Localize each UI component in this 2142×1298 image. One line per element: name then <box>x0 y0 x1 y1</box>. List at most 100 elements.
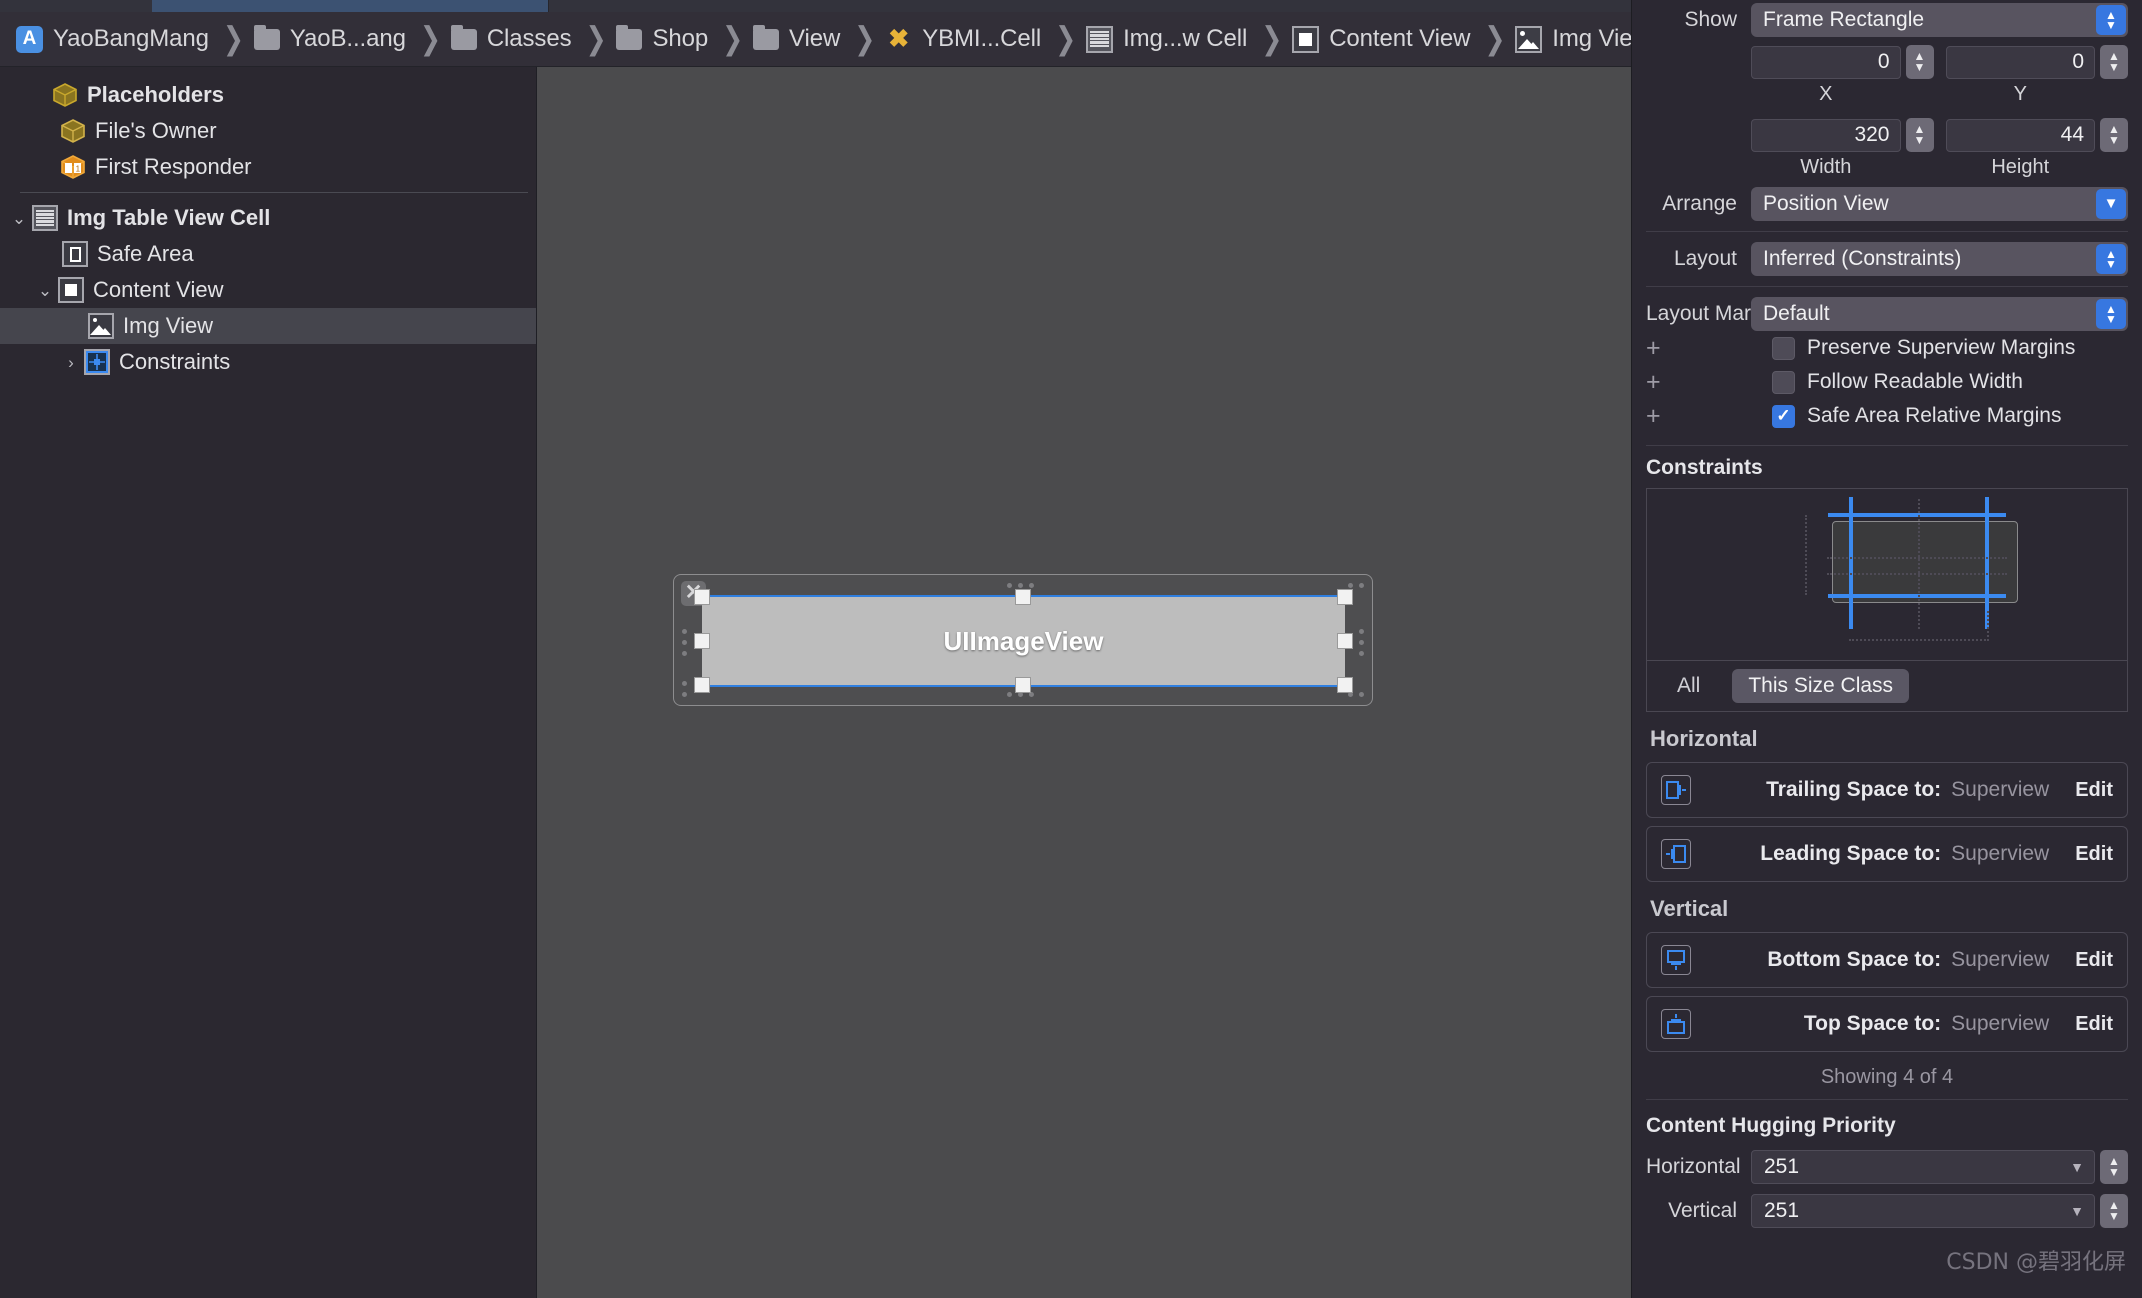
outline-row-safe-area[interactable]: Safe Area <box>0 236 536 272</box>
size-class-all-button[interactable]: All <box>1677 674 1700 698</box>
outline-row-img-table-view-cell[interactable]: ⌄ Img Table View Cell <box>0 200 536 236</box>
selection-handle-middle-left[interactable] <box>694 633 710 649</box>
selection-handle-bottom-right[interactable] <box>1337 677 1353 693</box>
files-owner-cube-icon <box>60 118 86 144</box>
tab-active[interactable] <box>152 0 548 12</box>
layout-margins-popup[interactable]: Default ▲ ▼ <box>1751 297 2128 331</box>
frame-x-stepper[interactable]: ▲ ▼ <box>1905 45 1934 79</box>
breadcrumb-item-group-3[interactable]: Shop <box>614 19 714 59</box>
disclosure-icon[interactable]: ⌄ <box>6 210 32 227</box>
divider <box>1646 231 2128 232</box>
layout-label: Layout <box>1673 247 1737 270</box>
tab-inactive-left[interactable] <box>0 0 152 12</box>
content-hugging-vertical-stepper[interactable]: ▲ ▼ <box>2100 1194 2128 1228</box>
constraint-bottom-space[interactable]: Bottom Space to: Superview Edit <box>1646 932 2128 988</box>
uiimageview-label: UIImageView <box>943 625 1104 656</box>
selection-handle-bottom-left[interactable] <box>694 677 710 693</box>
uiimageview-selected[interactable]: UIImageView <box>702 597 1345 685</box>
breadcrumb-item-file[interactable]: ✖ YBMI...Cell <box>883 19 1047 59</box>
size-class-this-button[interactable]: This Size Class <box>1732 669 1910 703</box>
constraints-diagram[interactable] <box>1646 488 2128 660</box>
resize-dots-left <box>682 629 687 656</box>
breadcrumb-item-project[interactable]: A YaoBangMang <box>14 19 215 59</box>
chevron-down-icon[interactable]: ▼ <box>2070 1203 2084 1219</box>
constraints-icon <box>84 349 110 375</box>
constraint-trailing-space[interactable]: Trailing Space to: Superview Edit <box>1646 762 2128 818</box>
breadcrumb-item-group-1[interactable]: YaoB...ang <box>252 19 412 59</box>
selection-handle-top-center[interactable] <box>1015 589 1031 605</box>
frame-height-value: 44 <box>2060 123 2084 146</box>
swift-file-icon: ✖ <box>888 24 910 53</box>
breadcrumb-item-content-view[interactable]: Content View <box>1290 19 1476 59</box>
preserve-superview-margins-label: Preserve Superview Margins <box>1807 336 2076 359</box>
folder-icon <box>753 24 780 50</box>
selection-handle-middle-right[interactable] <box>1337 633 1353 649</box>
selection-handle-top-left[interactable] <box>694 589 710 605</box>
horizontal-constraints-title: Horizontal <box>1650 726 1758 751</box>
add-icon[interactable]: + <box>1646 368 1672 397</box>
frame-y-caption: Y <box>2013 83 2027 105</box>
frame-height-stepper[interactable]: ▲ ▼ <box>2100 118 2128 152</box>
layout-popup[interactable]: Inferred (Constraints) ▲ ▼ <box>1751 242 2128 276</box>
constraint-edit-button[interactable]: Edit <box>2049 949 2113 972</box>
content-hugging-horizontal-input[interactable]: 251 ▼ <box>1751 1150 2095 1184</box>
outline-row-constraints[interactable]: › Constraints <box>0 344 536 380</box>
constraint-top-space[interactable]: Top Space to: Superview Edit <box>1646 996 2128 1052</box>
frame-y-input[interactable]: 0 <box>1945 45 2095 79</box>
frame-y-stepper[interactable]: ▲ ▼ <box>2100 45 2128 79</box>
show-label: Show <box>1684 8 1737 31</box>
content-hugging-vertical-input[interactable]: 251 ▼ <box>1751 1194 2095 1228</box>
disclosure-icon[interactable]: › <box>58 354 84 371</box>
constraint-edit-button[interactable]: Edit <box>2049 1013 2113 1036</box>
outline-row-img-view[interactable]: Img View <box>0 308 536 344</box>
show-value: Frame Rectangle <box>1763 8 1925 31</box>
breadcrumb-label: Classes <box>486 25 572 52</box>
chevron-down-icon[interactable]: ▼ <box>2070 1159 2084 1175</box>
frame-width-stepper[interactable]: ▲ ▼ <box>1905 118 1934 152</box>
safe-area-relative-margins-checkbox[interactable]: ✓ <box>1772 404 1795 428</box>
breadcrumb-separator-icon: ❯ <box>1261 21 1283 57</box>
breadcrumb-item-group-2[interactable]: Classes <box>449 19 578 59</box>
show-popup[interactable]: Frame Rectangle ▲ ▼ <box>1751 3 2128 37</box>
add-icon[interactable]: + <box>1646 334 1672 363</box>
image-view-icon <box>88 313 114 339</box>
outline-label: Img Table View Cell <box>67 205 271 230</box>
constraint-line-horizontal-bottom <box>1828 594 2006 598</box>
follow-readable-width-row[interactable]: + Follow Readable Width <box>1632 365 2142 399</box>
preserve-superview-margins-row[interactable]: + Preserve Superview Margins <box>1632 331 2142 365</box>
add-icon[interactable]: + <box>1646 402 1672 431</box>
interface-builder-canvas[interactable]: ✕ UIImageView <box>537 67 1631 1298</box>
arrange-popup[interactable]: Position View ▼ <box>1751 187 2128 221</box>
outline-row-placeholders[interactable]: Placeholders <box>0 77 536 113</box>
breadcrumb-label: View <box>789 25 841 52</box>
follow-readable-width-checkbox[interactable] <box>1772 370 1795 394</box>
breadcrumb-label: YaoBangMang <box>53 25 209 52</box>
breadcrumb-label: Content View <box>1329 25 1471 52</box>
breadcrumb-item-table-view-cell[interactable]: Img...w Cell <box>1084 19 1253 59</box>
frame-height-input[interactable]: 44 <box>1945 118 2095 152</box>
outline-row-first-responder[interactable]: 1 First Responder <box>0 149 536 185</box>
table-view-cell-preview[interactable]: ✕ UIImageView <box>673 574 1373 706</box>
outline-row-content-view[interactable]: ⌄ Content View <box>0 272 536 308</box>
content-hugging-horizontal-row: Horizontal 251 ▼ ▲ ▼ <box>1632 1150 2142 1184</box>
selection-handle-bottom-center[interactable] <box>1015 677 1031 693</box>
preserve-superview-margins-checkbox[interactable] <box>1772 336 1795 360</box>
safe-area-relative-margins-row[interactable]: + ✓ Safe Area Relative Margins <box>1632 399 2142 433</box>
selection-handle-top-right[interactable] <box>1337 589 1353 605</box>
breadcrumb-item-img-view[interactable]: Img View <box>1513 19 1631 59</box>
breadcrumb-item-group-4[interactable]: View <box>751 19 846 59</box>
frame-width-input[interactable]: 320 <box>1751 118 1901 152</box>
content-hugging-horizontal-stepper[interactable]: ▲ ▼ <box>2100 1150 2128 1184</box>
breadcrumb-separator-icon: ❯ <box>419 21 441 57</box>
content-hugging-horizontal-value: 251 <box>1764 1155 1800 1178</box>
size-class-toggle: All This Size Class <box>1646 660 2128 712</box>
white-view-icon <box>1292 25 1320 53</box>
constraint-leading-space[interactable]: Leading Space to: Superview Edit <box>1646 826 2128 882</box>
resize-dots-bottom-left <box>682 681 687 697</box>
constraint-edit-button[interactable]: Edit <box>2049 779 2113 802</box>
outline-row-files-owner[interactable]: File's Owner <box>0 113 536 149</box>
disclosure-icon[interactable]: ⌄ <box>32 282 58 299</box>
constraint-edit-button[interactable]: Edit <box>2049 843 2113 866</box>
constraints-diagram-guide-2 <box>1918 499 1920 629</box>
frame-x-input[interactable]: 0 <box>1751 45 1901 79</box>
